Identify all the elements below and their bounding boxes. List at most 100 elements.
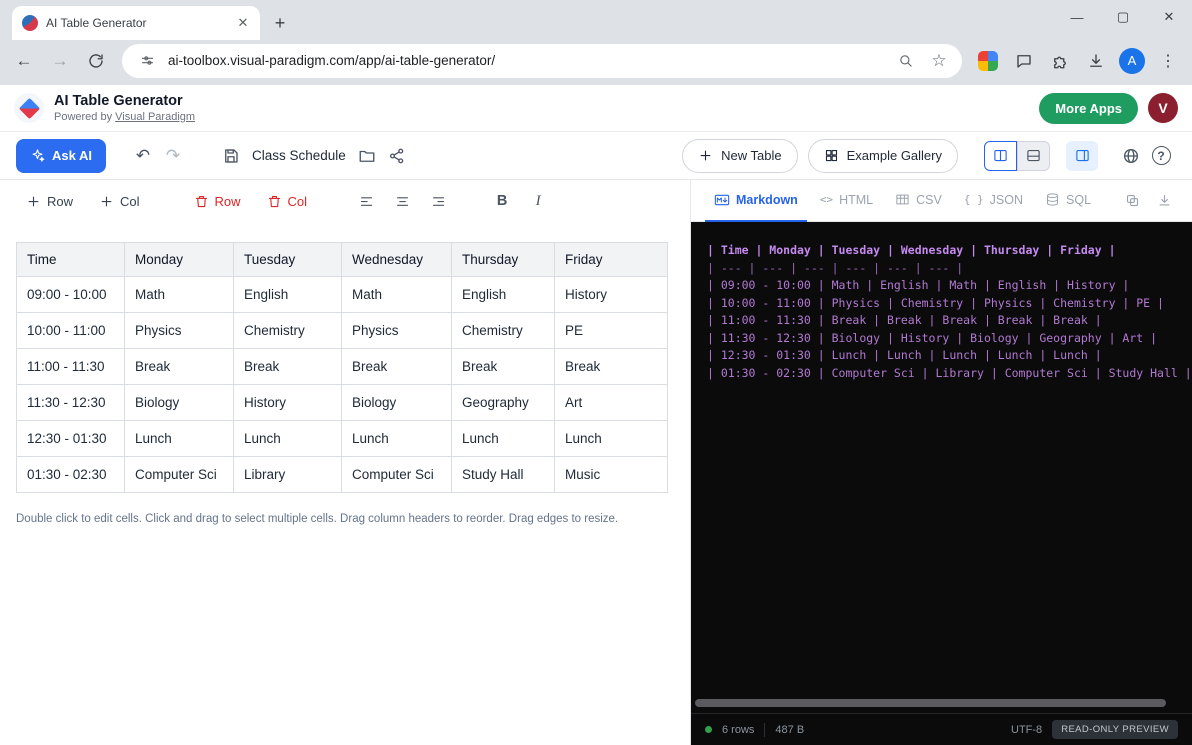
- table-cell[interactable]: Lunch: [125, 421, 234, 457]
- italic-button[interactable]: I: [523, 186, 553, 216]
- align-left-icon[interactable]: [351, 186, 381, 216]
- download-code-icon[interactable]: [1150, 187, 1178, 215]
- split-vertical-toggle[interactable]: [984, 141, 1017, 171]
- open-folder-icon[interactable]: [352, 141, 382, 171]
- tab-csv[interactable]: CSV: [886, 180, 951, 222]
- table-cell[interactable]: Lunch: [452, 421, 555, 457]
- copy-icon[interactable]: [1118, 187, 1146, 215]
- forward-button[interactable]: →: [44, 45, 76, 77]
- document-title[interactable]: Class Schedule: [252, 148, 346, 163]
- table-cell[interactable]: Library: [234, 457, 342, 493]
- example-gallery-button[interactable]: Example Gallery: [808, 139, 958, 173]
- table-cell[interactable]: 09:00 - 10:00: [17, 277, 125, 313]
- align-center-icon[interactable]: [387, 186, 417, 216]
- table-cell[interactable]: Art: [555, 385, 668, 421]
- undo-icon[interactable]: ↶: [128, 141, 158, 171]
- table-cell[interactable]: 01:30 - 02:30: [17, 457, 125, 493]
- horizontal-scrollbar[interactable]: [695, 699, 1166, 707]
- table-cell[interactable]: Study Hall: [452, 457, 555, 493]
- table-cell[interactable]: Computer Sci: [125, 457, 234, 493]
- table-cell[interactable]: Break: [452, 349, 555, 385]
- column-header[interactable]: Friday: [555, 243, 668, 277]
- table-cell[interactable]: Geography: [452, 385, 555, 421]
- site-info-icon[interactable]: [134, 48, 160, 74]
- tab-markdown[interactable]: Markdown: [705, 180, 807, 222]
- table-cell[interactable]: English: [234, 277, 342, 313]
- table-cell[interactable]: Break: [234, 349, 342, 385]
- table-cell[interactable]: Biology: [342, 385, 452, 421]
- table-cell[interactable]: Music: [555, 457, 668, 493]
- password-manager-icon[interactable]: [972, 45, 1004, 77]
- help-icon[interactable]: ?: [1146, 141, 1176, 171]
- tab-json[interactable]: { }JSON: [955, 180, 1032, 222]
- table-cell[interactable]: 11:30 - 12:30: [17, 385, 125, 421]
- table-cell[interactable]: 10:00 - 11:00: [17, 313, 125, 349]
- downloads-icon[interactable]: [1080, 45, 1112, 77]
- tab-label: JSON: [990, 193, 1023, 207]
- column-header[interactable]: Time: [17, 243, 125, 277]
- table-cell[interactable]: Math: [342, 277, 452, 313]
- minimize-button[interactable]: —: [1054, 0, 1100, 34]
- close-window-button[interactable]: ✕: [1146, 0, 1192, 34]
- table-cell[interactable]: Break: [125, 349, 234, 385]
- add-col-button[interactable]: Col: [89, 186, 150, 216]
- code-line: | 10:00 - 11:00 | Physics | Chemistry | …: [707, 295, 1192, 313]
- menu-kebab-icon[interactable]: ⋮: [1152, 45, 1184, 77]
- table-cell[interactable]: History: [234, 385, 342, 421]
- code-content[interactable]: | Time | Monday | Tuesday | Wednesday | …: [691, 222, 1192, 382]
- user-avatar[interactable]: V: [1148, 93, 1178, 123]
- visual-paradigm-link[interactable]: Visual Paradigm: [115, 111, 195, 123]
- table-cell[interactable]: Physics: [342, 313, 452, 349]
- column-header[interactable]: Monday: [125, 243, 234, 277]
- browser-tab[interactable]: AI Table Generator ✕: [12, 6, 260, 40]
- table-cell[interactable]: 11:00 - 11:30: [17, 349, 125, 385]
- maximize-button[interactable]: ▢: [1100, 0, 1146, 34]
- zoom-icon[interactable]: [892, 48, 918, 74]
- delete-col-button[interactable]: Col: [257, 186, 318, 216]
- table-cell[interactable]: Chemistry: [234, 313, 342, 349]
- ask-ai-button[interactable]: Ask AI: [16, 139, 106, 173]
- add-row-button[interactable]: Row: [16, 186, 83, 216]
- language-globe-icon[interactable]: [1116, 141, 1146, 171]
- table-cell[interactable]: English: [452, 277, 555, 313]
- comment-icon[interactable]: [1008, 45, 1040, 77]
- extensions-icon[interactable]: [1044, 45, 1076, 77]
- preview-panel-toggle[interactable]: [1066, 141, 1098, 171]
- delete-row-button[interactable]: Row: [184, 186, 251, 216]
- save-icon[interactable]: [216, 141, 246, 171]
- share-icon[interactable]: [382, 141, 412, 171]
- table-cell[interactable]: Math: [125, 277, 234, 313]
- scrollbar-thumb[interactable]: [695, 699, 1166, 707]
- table-cell[interactable]: Break: [342, 349, 452, 385]
- column-header[interactable]: Tuesday: [234, 243, 342, 277]
- url-text[interactable]: ai-toolbox.visual-paradigm.com/app/ai-ta…: [168, 53, 884, 68]
- table-cell[interactable]: Lunch: [342, 421, 452, 457]
- bold-button[interactable]: B: [487, 186, 517, 216]
- address-bar[interactable]: ai-toolbox.visual-paradigm.com/app/ai-ta…: [122, 44, 962, 78]
- table-cell[interactable]: Physics: [125, 313, 234, 349]
- table-cell[interactable]: Biology: [125, 385, 234, 421]
- split-horizontal-toggle[interactable]: [1017, 141, 1050, 171]
- table-cell[interactable]: History: [555, 277, 668, 313]
- table-cell[interactable]: Break: [555, 349, 668, 385]
- redo-icon[interactable]: ↷: [158, 141, 188, 171]
- align-right-icon[interactable]: [423, 186, 453, 216]
- tab-close-icon[interactable]: ✕: [234, 14, 252, 32]
- table-cell[interactable]: PE: [555, 313, 668, 349]
- more-apps-button[interactable]: More Apps: [1039, 93, 1138, 124]
- table-cell[interactable]: Computer Sci: [342, 457, 452, 493]
- column-header[interactable]: Thursday: [452, 243, 555, 277]
- back-button[interactable]: ←: [8, 45, 40, 77]
- tab-sql[interactable]: SQL: [1036, 180, 1100, 222]
- tab-html[interactable]: <>HTML: [811, 180, 882, 222]
- reload-button[interactable]: [80, 45, 112, 77]
- new-tab-button[interactable]: +: [266, 9, 294, 37]
- column-header[interactable]: Wednesday: [342, 243, 452, 277]
- new-table-button[interactable]: New Table: [682, 139, 797, 173]
- table-cell[interactable]: Lunch: [234, 421, 342, 457]
- bookmark-star-icon[interactable]: ☆: [926, 48, 952, 74]
- table-cell[interactable]: 12:30 - 01:30: [17, 421, 125, 457]
- profile-avatar[interactable]: A: [1116, 45, 1148, 77]
- table-cell[interactable]: Lunch: [555, 421, 668, 457]
- table-cell[interactable]: Chemistry: [452, 313, 555, 349]
